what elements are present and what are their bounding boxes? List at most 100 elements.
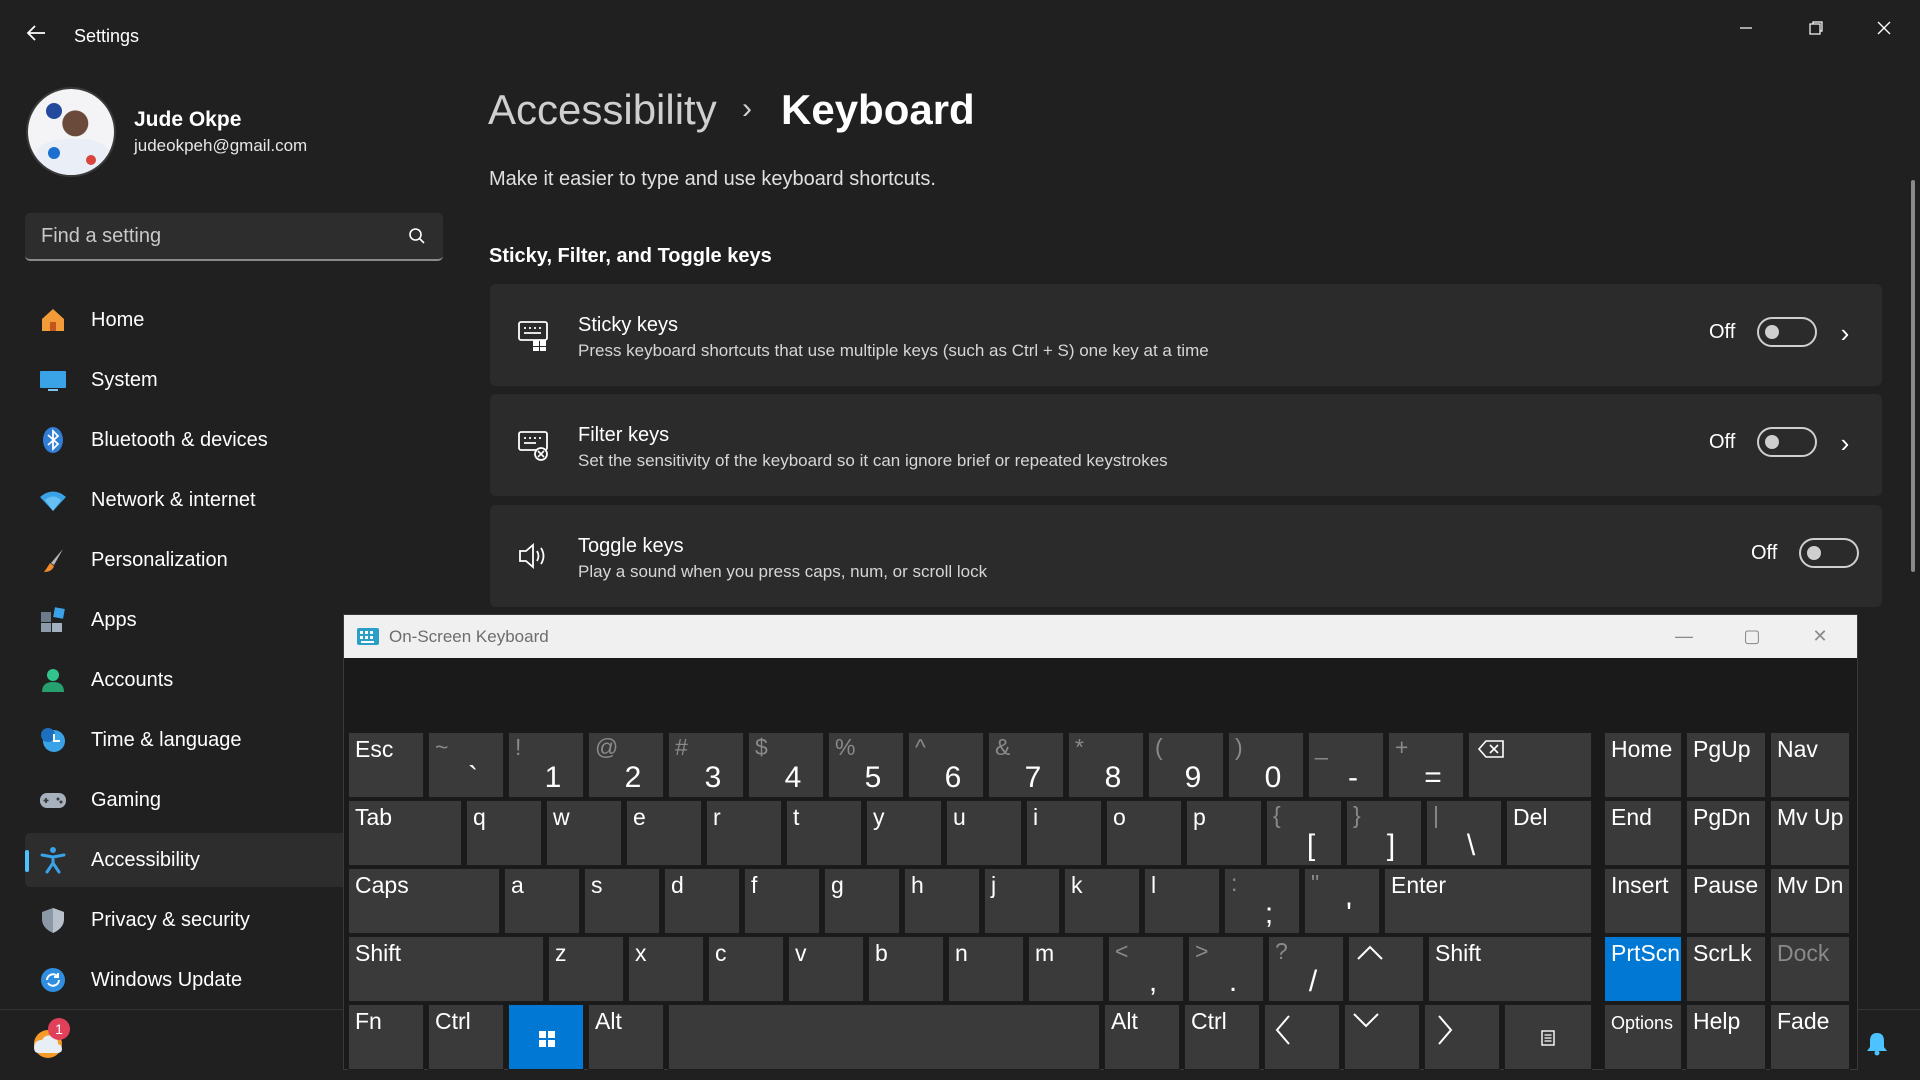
- sidebar-item-privacy[interactable]: Privacy & security: [25, 893, 355, 947]
- sidebar-item-bluetooth[interactable]: Bluetooth & devices: [25, 413, 355, 467]
- key-r[interactable]: r: [706, 800, 782, 866]
- key-q[interactable]: q: [466, 800, 542, 866]
- key-period[interactable]: >.: [1188, 936, 1264, 1002]
- chevron-right-icon[interactable]: ›: [1835, 316, 1855, 350]
- key-o[interactable]: o: [1106, 800, 1182, 866]
- key-i[interactable]: i: [1026, 800, 1102, 866]
- minimize-button[interactable]: [1718, 10, 1774, 50]
- key-left-ctrl[interactable]: Ctrl: [428, 1004, 504, 1070]
- key-x[interactable]: x: [628, 936, 704, 1002]
- key-dock[interactable]: Dock: [1770, 936, 1850, 1002]
- key-f[interactable]: f: [744, 868, 820, 934]
- key-mv-dn[interactable]: Mv Dn: [1770, 868, 1850, 934]
- key-1[interactable]: ! 1: [508, 732, 584, 798]
- sidebar-item-time-language[interactable]: Time & language: [25, 713, 355, 767]
- key-m[interactable]: m: [1028, 936, 1104, 1002]
- key-d[interactable]: d: [664, 868, 740, 934]
- key-equals[interactable]: + =: [1388, 732, 1464, 798]
- sticky-keys-toggle[interactable]: [1757, 317, 1817, 347]
- sticky-keys-card[interactable]: Sticky keys Press keyboard shortcuts tha…: [490, 284, 1882, 386]
- key-u[interactable]: u: [946, 800, 1022, 866]
- osk-minimize-button[interactable]: —: [1664, 621, 1704, 651]
- key-n[interactable]: n: [948, 936, 1024, 1002]
- key-right-arrow[interactable]: [1424, 1004, 1500, 1070]
- key-prtscn[interactable]: PrtScn: [1604, 936, 1682, 1002]
- key-mv-up[interactable]: Mv Up: [1770, 800, 1850, 866]
- key-up-arrow[interactable]: [1348, 936, 1424, 1002]
- sidebar-item-accounts[interactable]: Accounts: [25, 653, 355, 707]
- back-arrow-icon[interactable]: [22, 22, 50, 50]
- key-end[interactable]: End: [1604, 800, 1682, 866]
- key-v[interactable]: v: [788, 936, 864, 1002]
- key-left-alt[interactable]: Alt: [588, 1004, 664, 1070]
- sidebar-item-network[interactable]: Network & internet: [25, 473, 355, 527]
- search-box[interactable]: [25, 213, 443, 261]
- key-tab[interactable]: Tab: [348, 800, 462, 866]
- search-icon[interactable]: [407, 226, 427, 246]
- scrollbar[interactable]: [1911, 180, 1915, 572]
- key-pause[interactable]: Pause: [1686, 868, 1766, 934]
- key-insert[interactable]: Insert: [1604, 868, 1682, 934]
- restore-button[interactable]: [1788, 10, 1844, 50]
- key-caps[interactable]: Caps: [348, 868, 500, 934]
- key-right-shift[interactable]: Shift: [1428, 936, 1592, 1002]
- filter-keys-card[interactable]: Filter keys Set the sensitivity of the k…: [490, 394, 1882, 496]
- sidebar-item-home[interactable]: Home: [25, 293, 355, 347]
- close-button[interactable]: [1856, 10, 1912, 50]
- key-b[interactable]: b: [868, 936, 944, 1002]
- key-7[interactable]: & 7: [988, 732, 1064, 798]
- key-enter[interactable]: Enter: [1384, 868, 1592, 934]
- osk-title-bar[interactable]: On-Screen Keyboard — ▢ ✕: [344, 615, 1857, 658]
- key-left-shift[interactable]: Shift: [348, 936, 544, 1002]
- key-h[interactable]: h: [904, 868, 980, 934]
- toggle-keys-toggle[interactable]: [1799, 538, 1859, 568]
- key-c[interactable]: c: [708, 936, 784, 1002]
- sidebar-item-apps[interactable]: Apps: [25, 593, 355, 647]
- key-menu[interactable]: [1504, 1004, 1592, 1070]
- key-pgdn[interactable]: PgDn: [1686, 800, 1766, 866]
- key-0[interactable]: ) 0: [1228, 732, 1304, 798]
- key-s[interactable]: s: [584, 868, 660, 934]
- key-t[interactable]: t: [786, 800, 862, 866]
- key-backslash[interactable]: | \: [1426, 800, 1502, 866]
- key-left-arrow[interactable]: [1264, 1004, 1340, 1070]
- breadcrumb-parent[interactable]: Accessibility: [488, 86, 717, 134]
- key-home[interactable]: Home: [1604, 732, 1682, 798]
- sidebar-item-gaming[interactable]: Gaming: [25, 773, 355, 827]
- key-fade[interactable]: Fade: [1770, 1004, 1850, 1070]
- key-help[interactable]: Help: [1686, 1004, 1766, 1070]
- key-5[interactable]: % 5: [828, 732, 904, 798]
- key-k[interactable]: k: [1064, 868, 1140, 934]
- sidebar-item-personalization[interactable]: Personalization: [25, 533, 355, 587]
- key-nav[interactable]: Nav: [1770, 732, 1850, 798]
- key-a[interactable]: a: [504, 868, 580, 934]
- filter-keys-toggle[interactable]: [1757, 427, 1817, 457]
- key-windows[interactable]: [508, 1004, 584, 1070]
- key-backtick[interactable]: ~ `: [428, 732, 504, 798]
- key-right-ctrl[interactable]: Ctrl: [1184, 1004, 1260, 1070]
- key-scrlk[interactable]: ScrLk: [1686, 936, 1766, 1002]
- key-right-alt[interactable]: Alt: [1104, 1004, 1180, 1070]
- key-3[interactable]: #3: [668, 732, 744, 798]
- key-esc[interactable]: Esc: [348, 732, 424, 798]
- key-2[interactable]: @2: [588, 732, 664, 798]
- key-pgup[interactable]: PgUp: [1686, 732, 1766, 798]
- key-j[interactable]: j: [984, 868, 1060, 934]
- key-g[interactable]: g: [824, 868, 900, 934]
- key-semicolon[interactable]: :;: [1224, 868, 1300, 934]
- key-comma[interactable]: <,: [1108, 936, 1184, 1002]
- key-w[interactable]: w: [546, 800, 622, 866]
- chevron-right-icon[interactable]: ›: [1835, 426, 1855, 460]
- osk-maximize-button[interactable]: ▢: [1732, 621, 1772, 651]
- key-6[interactable]: ^ 6: [908, 732, 984, 798]
- search-input[interactable]: [25, 213, 395, 259]
- key-left-bracket[interactable]: {[: [1266, 800, 1342, 866]
- key-slash[interactable]: ? /: [1268, 936, 1344, 1002]
- key-y[interactable]: y: [866, 800, 942, 866]
- key-p[interactable]: p: [1186, 800, 1262, 866]
- key-4[interactable]: $4: [748, 732, 824, 798]
- key-backspace[interactable]: [1468, 732, 1592, 798]
- bell-icon[interactable]: [1864, 1030, 1890, 1056]
- key-e[interactable]: e: [626, 800, 702, 866]
- key-9[interactable]: (9: [1148, 732, 1224, 798]
